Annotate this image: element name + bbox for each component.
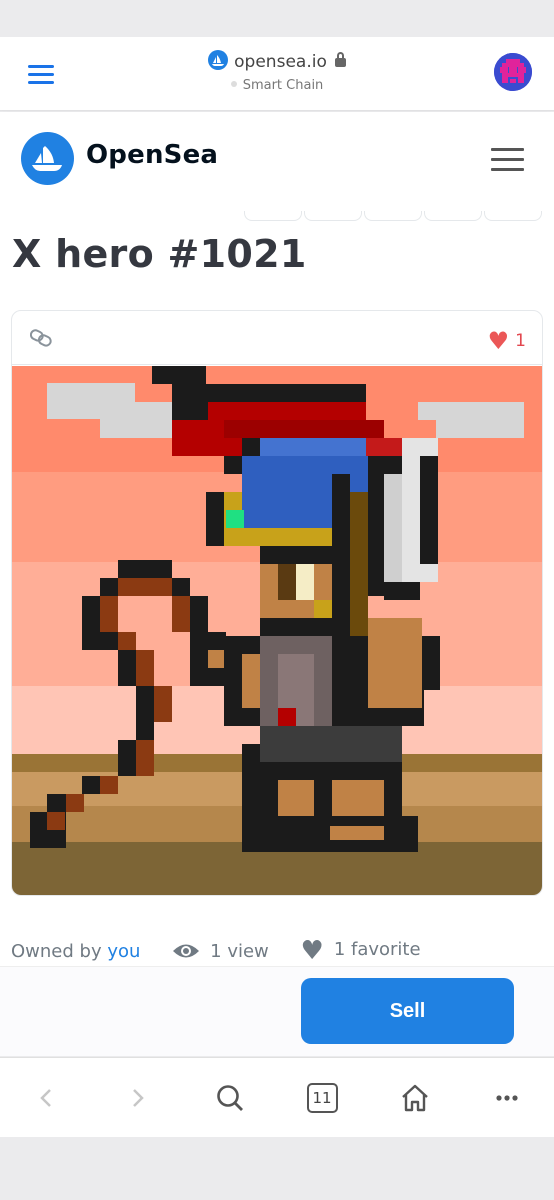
url-display[interactable]: opensea.io bbox=[0, 50, 554, 72]
item-page: X hero #1021 ♥ 1 Owned by you 1 view ♥ 1… bbox=[0, 206, 554, 966]
heart-icon: ♥ bbox=[300, 936, 324, 966]
owner-link[interactable]: you bbox=[107, 941, 140, 962]
lock-icon bbox=[334, 52, 346, 67]
favorite-counter[interactable]: ♥ 1 bbox=[488, 327, 526, 355]
chain-link-icon bbox=[29, 329, 52, 347]
browser-url-bar: opensea.io Smart Chain bbox=[0, 37, 554, 111]
tabs-icon[interactable]: 11 bbox=[302, 1080, 342, 1116]
favorite-count: 1 bbox=[515, 331, 526, 351]
favorite-info: ♥ 1 favorite bbox=[301, 936, 421, 966]
views-label: 1 view bbox=[210, 940, 269, 962]
nft-artwork[interactable] bbox=[12, 366, 542, 895]
favorites-label: 1 favorite bbox=[333, 939, 421, 960]
avatar[interactable] bbox=[494, 53, 532, 91]
network-label: Smart Chain bbox=[242, 78, 324, 93]
opensea-logo-icon[interactable] bbox=[21, 132, 74, 185]
system-nav-area bbox=[0, 1137, 554, 1200]
tabs-remnant bbox=[244, 206, 544, 221]
card-header: ♥ 1 bbox=[12, 311, 542, 365]
sell-button[interactable]: Sell bbox=[301, 978, 514, 1044]
view-count: 1 view bbox=[172, 941, 269, 962]
back-icon[interactable] bbox=[26, 1080, 66, 1116]
tab-count: 11 bbox=[306, 1083, 338, 1113]
item-media-card: ♥ 1 bbox=[11, 310, 543, 896]
eye-icon bbox=[173, 944, 200, 957]
status-bar-area bbox=[0, 0, 554, 37]
more-icon[interactable] bbox=[487, 1080, 527, 1116]
opensea-favicon-icon bbox=[208, 50, 229, 70]
forward-icon[interactable] bbox=[118, 1080, 158, 1116]
heart-icon: ♥ bbox=[487, 327, 510, 355]
hamburger-icon[interactable] bbox=[491, 148, 524, 172]
network-indicator: Smart Chain bbox=[0, 78, 554, 93]
page-title: X hero #1021 bbox=[12, 232, 307, 276]
action-bar: Sell bbox=[0, 966, 554, 1056]
owner-info: Owned by you bbox=[11, 941, 140, 962]
owned-by-label: Owned by bbox=[11, 940, 108, 962]
browser-nav-bar: 11 bbox=[0, 1057, 554, 1137]
site-header: OpenSea bbox=[0, 112, 554, 206]
site-domain: opensea.io bbox=[234, 52, 327, 72]
brand-name[interactable]: OpenSea bbox=[86, 140, 218, 170]
home-icon[interactable] bbox=[395, 1080, 435, 1116]
search-icon[interactable] bbox=[210, 1080, 250, 1116]
item-stats: Owned by you 1 view ♥ 1 favorite bbox=[11, 936, 447, 966]
